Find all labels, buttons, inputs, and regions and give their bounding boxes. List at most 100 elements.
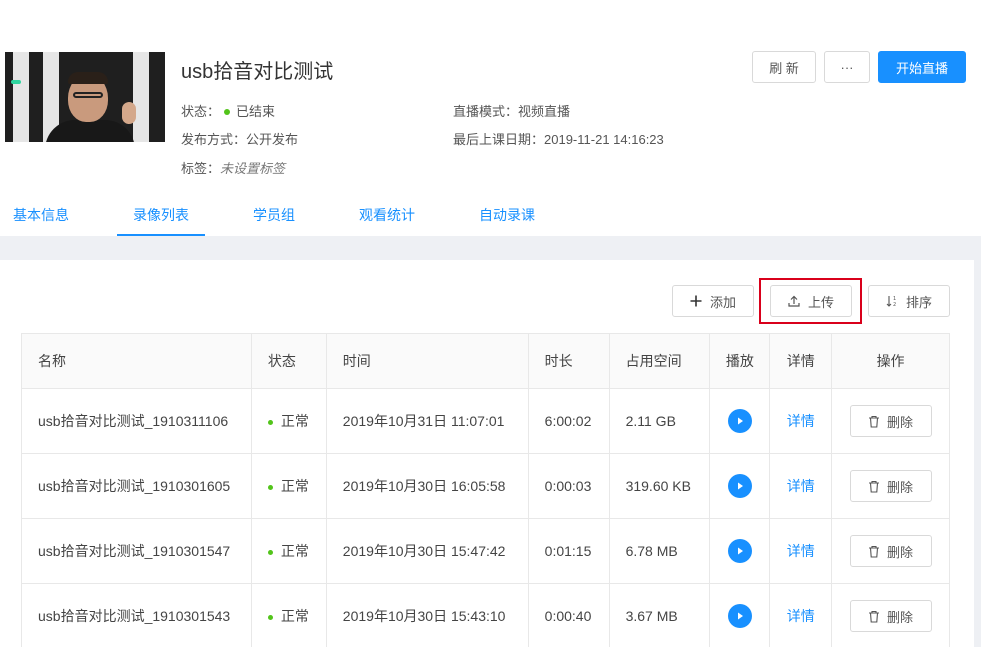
play-button[interactable] — [727, 604, 752, 628]
status-text: 正常 — [280, 413, 309, 429]
cell-detail: 详情 — [769, 583, 833, 647]
sort-icon: 12 — [886, 296, 896, 307]
tab-auto-record[interactable]: 自动录课 — [465, 194, 549, 236]
detail-link[interactable]: 详情 — [787, 478, 815, 494]
plus-icon — [690, 295, 702, 307]
play-button[interactable] — [727, 539, 752, 563]
publish-row: 发布方式：公开发布 — [181, 129, 298, 148]
tags-value: 未设置标签 — [220, 161, 286, 176]
cell-size: 2.11 GB — [608, 388, 711, 454]
header-time: 时间 — [325, 333, 529, 389]
cell-time: 2019年10月30日 16:05:58 — [325, 453, 529, 519]
cell-status: 正常 — [250, 388, 327, 454]
trash-icon — [869, 480, 880, 493]
tab-recordings[interactable]: 录像列表 — [117, 194, 205, 236]
header-detail: 详情 — [769, 333, 833, 389]
start-live-button[interactable]: 开始直播 — [878, 51, 966, 83]
cell-action: 删除 — [831, 388, 950, 454]
highlight-frame — [759, 278, 862, 324]
recordings-table: 名称 状态 时间 时长 占用空间 播放 详情 操作 usb拾音对比测试_1910… — [21, 333, 950, 647]
table-row: usb拾音对比测试_1910311106 正常 2019年10月31日 11:0… — [21, 388, 950, 454]
delete-button[interactable]: 删除 — [849, 470, 932, 502]
delete-button[interactable]: 删除 — [849, 405, 932, 437]
delete-label: 删除 — [887, 609, 914, 625]
status-label: 状态： — [181, 104, 221, 119]
course-title: usb拾音对比测试 — [181, 61, 334, 83]
tags-row: 标签：未设置标签 — [181, 158, 285, 177]
mode-label: 直播模式： — [453, 104, 519, 119]
cell-status: 正常 — [250, 518, 327, 584]
tab-basic-info[interactable]: 基本信息 — [0, 194, 82, 236]
delete-button[interactable]: 删除 — [849, 600, 932, 632]
refresh-button[interactable]: 刷 新 — [752, 51, 816, 83]
publish-value: 公开发布 — [246, 132, 299, 147]
cell-name: usb拾音对比测试_1910301547 — [21, 518, 252, 584]
status-dot — [267, 419, 273, 425]
cell-action: 删除 — [831, 518, 950, 584]
cell-detail: 详情 — [769, 388, 833, 454]
play-button[interactable] — [727, 409, 752, 433]
header-size: 占用空间 — [608, 333, 711, 389]
play-button[interactable] — [727, 474, 752, 498]
cell-duration: 0:01:15 — [527, 518, 610, 584]
cell-play — [709, 388, 771, 454]
mode-value: 视频直播 — [518, 104, 571, 119]
cell-time: 2019年10月31日 11:07:01 — [325, 388, 529, 454]
play-icon — [737, 417, 743, 425]
cell-time: 2019年10月30日 15:47:42 — [325, 518, 529, 584]
thumbnail-decor — [133, 52, 149, 142]
thumbnail-decor — [68, 72, 108, 84]
cell-action: 删除 — [831, 583, 950, 647]
detail-link[interactable]: 详情 — [787, 543, 815, 559]
delete-button[interactable]: 删除 — [849, 535, 932, 567]
table-row: usb拾音对比测试_1910301605 正常 2019年10月30日 16:0… — [21, 453, 950, 519]
sort-button[interactable]: 12 排序 — [868, 285, 950, 317]
table-row: usb拾音对比测试_1910301547 正常 2019年10月30日 15:4… — [21, 518, 950, 584]
status-dot — [267, 484, 273, 490]
cell-name: usb拾音对比测试_1910301543 — [21, 583, 252, 647]
cell-duration: 0:00:03 — [527, 453, 610, 519]
status-row: 状态： 已结束 — [181, 101, 275, 120]
thumbnail-decor — [11, 80, 21, 84]
status-text: 正常 — [280, 478, 309, 494]
play-icon — [737, 612, 743, 620]
add-label: 添加 — [709, 294, 736, 310]
cell-name: usb拾音对比测试_1910301605 — [21, 453, 252, 519]
cell-name: usb拾音对比测试_1910311106 — [21, 388, 252, 454]
detail-link[interactable]: 详情 — [787, 608, 815, 624]
detail-link[interactable]: 详情 — [787, 413, 815, 429]
play-icon — [737, 547, 743, 555]
cell-play — [709, 518, 771, 584]
trash-icon — [869, 610, 880, 623]
tab-bar: 基本信息 录像列表 学员组 观看统计 自动录课 — [0, 194, 981, 236]
top-bar — [0, 0, 981, 20]
trash-icon — [869, 545, 880, 558]
status-dot — [224, 108, 231, 115]
tab-view-stats[interactable]: 观看统计 — [345, 194, 429, 236]
header-duration: 时长 — [527, 333, 610, 389]
scrollbar-track[interactable] — [981, 0, 993, 647]
table-header-row: 名称 状态 时间 时长 占用空间 播放 详情 操作 — [21, 333, 950, 389]
cell-action: 删除 — [831, 453, 950, 519]
cell-size: 319.60 KB — [608, 453, 711, 519]
status-text: 正常 — [280, 543, 309, 559]
cell-size: 3.67 MB — [608, 583, 711, 647]
last-class-value: 2019-11-21 14:16:23 — [544, 132, 664, 147]
course-thumbnail[interactable] — [5, 52, 165, 142]
trash-icon — [869, 415, 880, 428]
add-button[interactable]: 添加 — [672, 285, 754, 317]
header-status: 状态 — [250, 333, 327, 389]
status-dot — [267, 614, 273, 620]
more-button[interactable]: ··· — [824, 51, 870, 83]
sort-label: 排序 — [905, 294, 932, 310]
publish-label: 发布方式： — [181, 132, 247, 147]
delete-label: 删除 — [887, 479, 914, 495]
thumbnail-decor — [13, 52, 29, 142]
header-action: 操作 — [831, 333, 950, 389]
status-text: 正常 — [280, 608, 309, 624]
svg-text:2: 2 — [893, 302, 896, 307]
header-name: 名称 — [21, 333, 252, 389]
mode-row: 直播模式：视频直播 — [453, 101, 570, 120]
tab-student-groups[interactable]: 学员组 — [240, 194, 308, 236]
cell-play — [709, 583, 771, 647]
